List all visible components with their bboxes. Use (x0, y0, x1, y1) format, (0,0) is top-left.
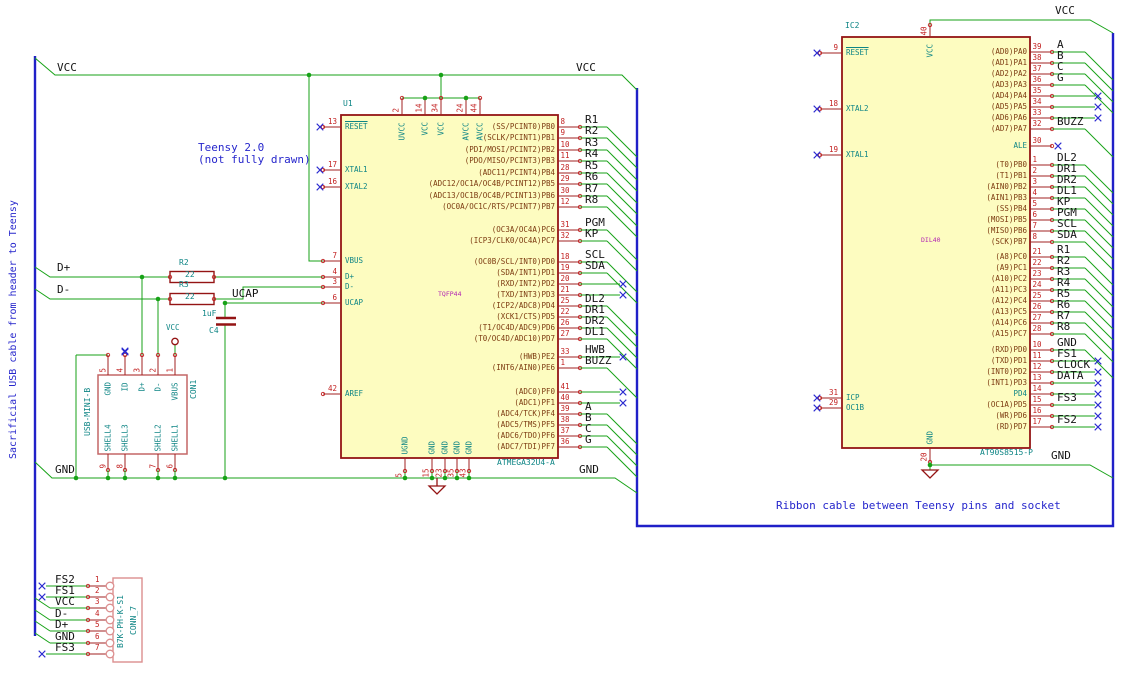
wire (1084, 51, 1114, 81)
no-connect-icon (619, 280, 627, 288)
wire (34, 620, 51, 632)
no-connect-icon (813, 404, 821, 412)
no-connect-icon (1094, 368, 1102, 376)
conn7-pin-circle (105, 638, 115, 648)
conn7-pin-circle (105, 615, 115, 625)
no-connect-icon (1094, 401, 1102, 409)
junction-dot (306, 72, 312, 78)
no-connect-icon (813, 151, 821, 159)
ic-bodies (97, 36, 1031, 663)
junction-dot (222, 300, 228, 306)
no-connect-icon (316, 166, 324, 174)
junction-dot (155, 296, 161, 302)
resistor-r2 (169, 270, 215, 284)
no-connect-icon (1094, 390, 1102, 398)
no-connect-icon (619, 388, 627, 396)
no-connect-icon (316, 183, 324, 191)
wire (1084, 73, 1114, 103)
no-connect-icon (1094, 103, 1102, 111)
wire (1084, 349, 1114, 379)
no-connect-icon (1054, 142, 1062, 150)
conn7-pin-circle (105, 581, 115, 591)
no-connect-icon (1094, 114, 1102, 122)
wire (1084, 300, 1114, 330)
wire (34, 609, 51, 621)
junction-dot (429, 475, 435, 481)
wire (1084, 186, 1114, 216)
junction-dot (222, 475, 228, 481)
no-connect-icon (38, 593, 46, 601)
conn7-pin-circle (105, 592, 115, 602)
no-connect-icon (38, 582, 46, 590)
junction-dot (73, 475, 79, 481)
no-connect-icon (619, 291, 627, 299)
conn7-pin-circle (105, 626, 115, 636)
no-connect-icon (813, 49, 821, 57)
no-connect-icon (38, 650, 46, 658)
wire (1084, 219, 1114, 249)
con1-body (97, 374, 188, 455)
junction-dot (466, 475, 472, 481)
wire (1084, 84, 1114, 114)
no-connect-icon (1094, 423, 1102, 431)
wire (34, 597, 51, 609)
no-connect-icon (121, 348, 129, 356)
no-connect-icon (1094, 379, 1102, 387)
junction-dot (172, 475, 178, 481)
wire (1084, 333, 1114, 363)
wire (1084, 267, 1114, 297)
wire (34, 632, 51, 644)
junction-dot (463, 95, 469, 101)
conn7-pin-circle (105, 649, 115, 659)
no-connect-icon (619, 399, 627, 407)
wire (1084, 62, 1114, 92)
gnd-symbol-icon (920, 469, 940, 479)
junction-dot (105, 475, 111, 481)
junction-dot (927, 462, 933, 468)
junction-dot (442, 475, 448, 481)
schematic-canvas[interactable]: 8 (SS/PCINT0)PB0 R1 9 (SCLK/PCINT1)PB1 R2 10 (P… (0, 0, 1131, 690)
wire (1084, 322, 1114, 352)
wire (1084, 311, 1114, 341)
junction-dot (139, 274, 145, 280)
wire (1084, 208, 1114, 238)
no-connect-icon (1094, 412, 1102, 420)
junction-dot (454, 475, 460, 481)
wire (1084, 230, 1114, 260)
conn7-pin-circle (105, 603, 115, 613)
wire (1084, 164, 1114, 194)
u1-body (340, 114, 559, 459)
wire (1084, 278, 1114, 308)
no-connect-icon (813, 105, 821, 113)
wire (1084, 256, 1114, 286)
no-connect-icon (813, 394, 821, 402)
conn7-body (112, 577, 143, 663)
wire (1084, 197, 1114, 227)
junction-dot (122, 475, 128, 481)
wire (1084, 175, 1114, 205)
junction-dot (438, 72, 444, 78)
wire (1084, 289, 1114, 319)
vcc-power-icon (171, 337, 179, 346)
gnd-symbol-icon (427, 478, 447, 495)
wire (1084, 128, 1114, 158)
junction-dot (422, 95, 428, 101)
resistor-r3 (169, 292, 215, 306)
wire (1084, 241, 1114, 271)
no-connect-icon (316, 123, 324, 131)
ic2-body (841, 36, 1031, 449)
schematic-drawing (33, 19, 1115, 663)
junction-dot (155, 475, 161, 481)
junction-dot (402, 475, 408, 481)
